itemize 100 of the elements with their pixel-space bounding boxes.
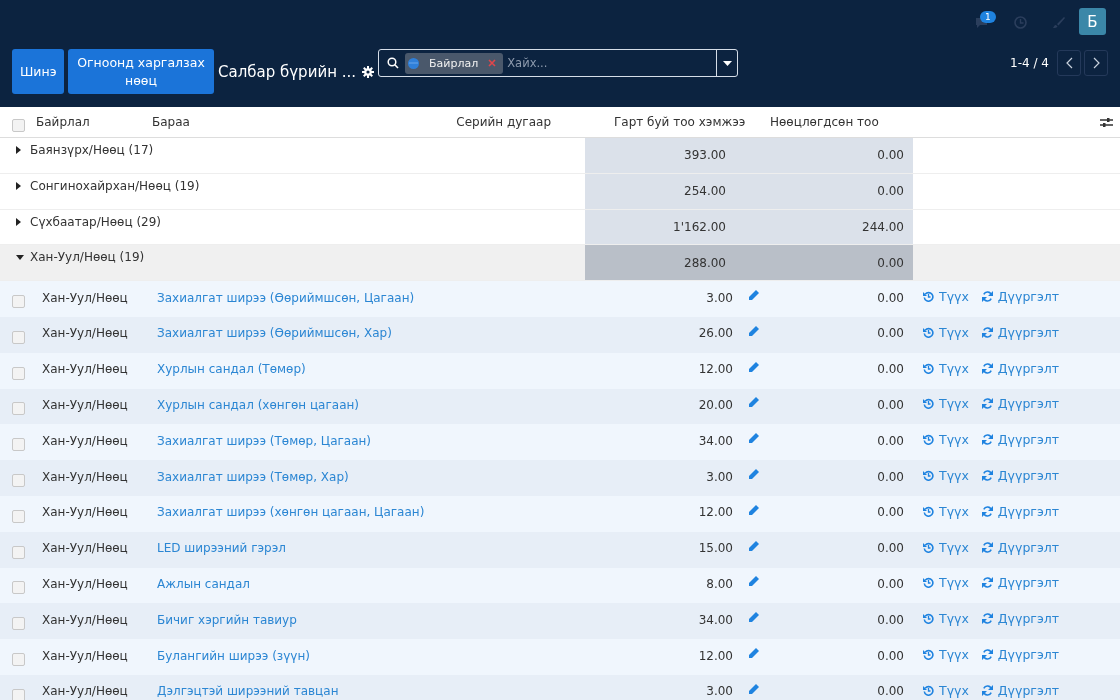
reserved-total: 0.00	[877, 184, 904, 199]
replenish-link[interactable]: Дүүргэлт	[981, 360, 1060, 376]
history-link[interactable]: Түүх	[923, 575, 969, 591]
close-icon[interactable]	[488, 59, 497, 67]
search-field[interactable]: Байрлал Хайх...	[378, 49, 738, 77]
pencil-icon[interactable]	[748, 469, 759, 481]
history-icon	[923, 684, 934, 696]
checkbox[interactable]	[12, 509, 25, 523]
on-hand-cell: 34.00	[698, 433, 733, 448]
caret-down-icon	[722, 60, 732, 66]
replenish-link[interactable]: Дүүргэлт	[981, 647, 1060, 663]
replenish-link[interactable]: Дүүргэлт	[981, 503, 1060, 519]
history-link[interactable]: Түүх	[923, 539, 969, 555]
product-link[interactable]: Захиалгат ширээ (хөнгөн цагаан, Цагаан)	[157, 505, 425, 520]
checkbox[interactable]	[12, 688, 25, 700]
product-link[interactable]: Ажлын сандал	[157, 576, 250, 591]
pencil-icon[interactable]	[748, 290, 759, 302]
previous-button[interactable]	[1057, 50, 1081, 76]
product-link[interactable]: Хурлын сандал (Төмөр)	[157, 362, 306, 377]
reserved-header[interactable]: Нөөцлөгдсөн тоо	[770, 115, 879, 129]
stock-date-button[interactable]: Огноонд харгалзах нөөц	[68, 49, 214, 94]
checkbox[interactable]	[12, 330, 25, 344]
replenish-link[interactable]: Дүүргэлт	[981, 432, 1060, 448]
checkbox[interactable]	[12, 366, 25, 380]
replenish-link[interactable]: Дүүргэлт	[981, 575, 1060, 591]
checkbox[interactable]	[12, 474, 25, 488]
history-link[interactable]: Түүх	[923, 647, 969, 663]
pencil-icon[interactable]	[748, 612, 759, 624]
refresh-icon	[981, 470, 993, 482]
checkbox[interactable]	[12, 617, 25, 631]
replenish-link[interactable]: Дүүргэлт	[981, 324, 1060, 340]
group-row[interactable]: Сонгинохайрхан/Нөөц (19) 254.00 0.00	[0, 173, 1120, 210]
product-link[interactable]: LED ширээний гэрэл	[157, 541, 286, 556]
history-icon	[923, 649, 934, 661]
product-link[interactable]: Захиалгат ширээ (Өөриймшсөн, Хар)	[157, 326, 392, 341]
page-title: Салбар бүрийн ...	[218, 62, 356, 81]
pencil-icon[interactable]	[748, 397, 759, 409]
group-row[interactable]: Баянзүрх/Нөөц (17) 393.00 0.00	[0, 138, 1120, 174]
product-link[interactable]: Дэлгэцтэй ширээний тавцан	[157, 684, 339, 699]
on-hand-cell: 15.00	[698, 541, 733, 556]
location-header[interactable]: Байрлал	[36, 115, 90, 129]
pencil-icon[interactable]	[748, 433, 759, 445]
product-link[interactable]: Захиалгат ширээ (Төмөр, Хар)	[157, 469, 349, 484]
group-row[interactable]: Хан-Уул/Нөөц (19) 288.00 0.00	[0, 245, 1120, 282]
history-link[interactable]: Түүх	[923, 396, 969, 412]
refresh-icon	[981, 649, 993, 661]
group-label: Сонгинохайрхан/Нөөц (19)	[30, 178, 200, 193]
on-hand-cell: 3.00	[706, 684, 733, 699]
user-avatar[interactable]: Б	[1079, 8, 1106, 35]
history-link[interactable]: Түүх	[923, 289, 969, 305]
product-header[interactable]: Бараа	[152, 115, 190, 129]
history-link[interactable]: Түүх	[923, 432, 969, 448]
pencil-icon[interactable]	[748, 576, 759, 588]
checkbox[interactable]	[12, 653, 25, 667]
history-link[interactable]: Түүх	[923, 503, 969, 519]
product-link[interactable]: Захиалгат ширээ (Төмөр, Цагаан)	[157, 433, 372, 448]
group-row[interactable]: Сүхбаатар/Нөөц (29) 1'162.00 244.00	[0, 209, 1120, 246]
checkbox[interactable]	[12, 545, 25, 559]
pencil-icon[interactable]	[748, 683, 759, 695]
group-label: Хан-Уул/Нөөц (19)	[30, 250, 145, 265]
replenish-link[interactable]: Дүүргэлт	[981, 289, 1060, 305]
serial-header[interactable]: Серийн дугаар	[456, 115, 551, 129]
on-hand-cell: 8.00	[706, 576, 733, 591]
product-link[interactable]: Бичиг хэргийн тавиур	[157, 612, 297, 627]
product-link[interactable]: Хурлын сандал (хөнгөн цагаан)	[157, 397, 359, 412]
on-hand-header[interactable]: Гарт буй тоо хэмжээ	[614, 115, 746, 129]
checkbox[interactable]	[12, 402, 25, 416]
history-link[interactable]: Түүх	[923, 611, 969, 627]
notification-badge: 1	[980, 11, 996, 23]
checkbox[interactable]	[12, 581, 25, 595]
history-icon	[923, 541, 934, 553]
history-link[interactable]: Түүх	[923, 468, 969, 484]
reserved-total: 0.00	[877, 148, 904, 163]
replenish-link[interactable]: Дүүргэлт	[981, 468, 1060, 484]
on-hand-total: 393.00	[684, 148, 726, 163]
location-cell: Хан-Уул/Нөөц	[42, 433, 128, 448]
history-link[interactable]: Түүх	[923, 360, 969, 376]
refresh-icon	[981, 398, 993, 410]
history-link[interactable]: Түүх	[923, 324, 969, 340]
product-link[interactable]: Булангийн ширээ (зүүн)	[157, 648, 310, 663]
checkbox[interactable]	[12, 119, 25, 132]
product-link[interactable]: Захиалгат ширээ (Өөриймшсөн, Цагаан)	[157, 290, 415, 305]
checkbox[interactable]	[12, 438, 25, 452]
settings-icon[interactable]	[362, 65, 374, 78]
next-button[interactable]	[1084, 50, 1108, 76]
search-facet[interactable]: Байрлал	[405, 52, 504, 74]
replenish-link[interactable]: Дүүргэлт	[981, 611, 1060, 627]
sliders-icon[interactable]	[1100, 116, 1113, 128]
replenish-link[interactable]: Дүүргэлт	[981, 396, 1060, 412]
history-link[interactable]: Түүх	[923, 682, 969, 698]
pencil-icon[interactable]	[748, 504, 759, 516]
pencil-icon[interactable]	[748, 540, 759, 552]
pencil-icon[interactable]	[748, 325, 759, 337]
pencil-icon[interactable]	[748, 361, 759, 373]
new-button[interactable]: Шинэ	[12, 49, 64, 94]
replenish-link[interactable]: Дүүргэлт	[981, 539, 1060, 555]
pencil-icon[interactable]	[748, 648, 759, 660]
location-cell: Хан-Уул/Нөөц	[42, 684, 128, 699]
checkbox[interactable]	[12, 295, 25, 309]
replenish-link[interactable]: Дүүргэлт	[981, 682, 1060, 698]
